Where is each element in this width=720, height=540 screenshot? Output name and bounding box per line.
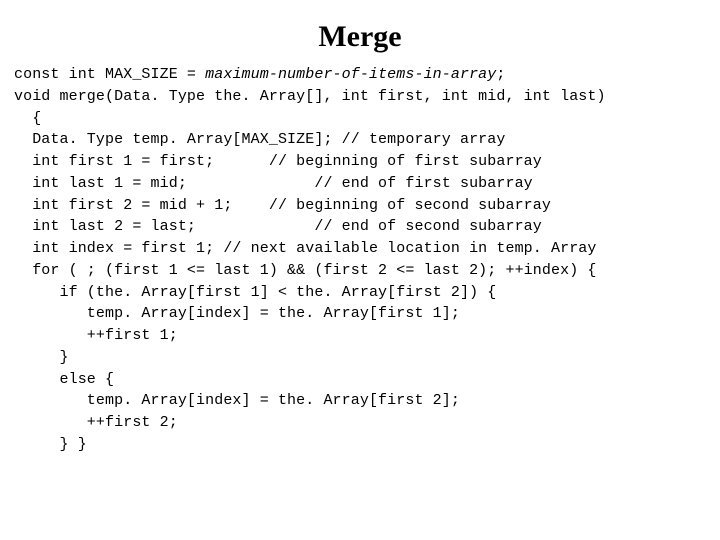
code-line-8: int last 2 = last; // end of second suba… (14, 218, 542, 235)
code-line-3: { (14, 110, 41, 127)
code-line-10: for ( ; (first 1 <= last 1) && (first 2 … (14, 262, 597, 279)
slide-title: Merge (14, 20, 706, 54)
code-line-4: Data. Type temp. Array[MAX_SIZE]; // tem… (14, 131, 505, 148)
code-line-13: ++first 1; (14, 327, 178, 344)
code-line-17: ++first 2; (14, 414, 178, 431)
code-line-2: void merge(Data. Type the. Array[], int … (14, 88, 606, 105)
code-line-18: } } (14, 436, 87, 453)
code-line-15: else { (14, 371, 114, 388)
code-line-16: temp. Array[index] = the. Array[first 2]… (14, 392, 460, 409)
code-line-6: int last 1 = mid; // end of first subarr… (14, 175, 533, 192)
code-line-5: int first 1 = first; // beginning of fir… (14, 153, 542, 170)
code-block: const int MAX_SIZE = maximum-number-of-i… (14, 64, 706, 456)
code-line-9: int index = first 1; // next available l… (14, 240, 597, 257)
code-line-11: if (the. Array[first 1] < the. Array[fir… (14, 284, 496, 301)
code-line-14: } (14, 349, 69, 366)
code-line-1c: ; (496, 66, 505, 83)
code-line-1b: maximum-number-of-items-in-array (205, 66, 496, 83)
slide: Merge const int MAX_SIZE = maximum-numbe… (0, 0, 720, 540)
code-line-12: temp. Array[index] = the. Array[first 1]… (14, 305, 460, 322)
code-line-7: int first 2 = mid + 1; // beginning of s… (14, 197, 551, 214)
code-line-1a: const int MAX_SIZE = (14, 66, 205, 83)
